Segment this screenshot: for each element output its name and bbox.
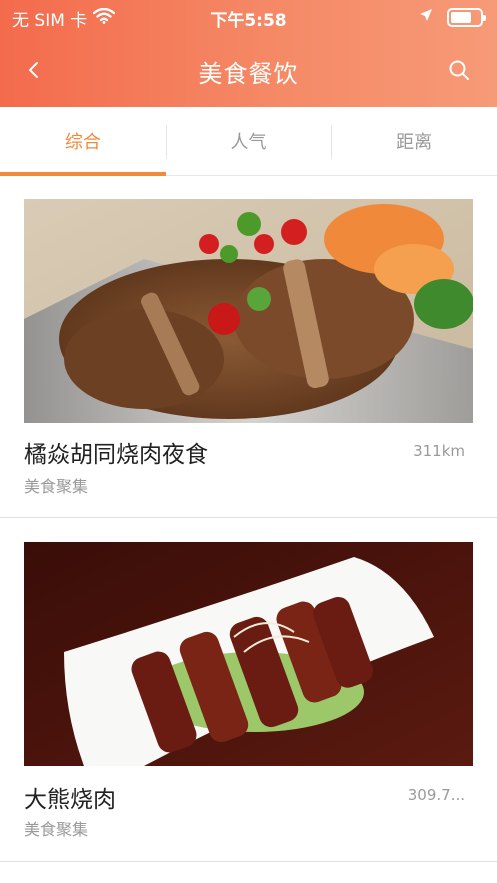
tab-popularity[interactable]: 人气 [165, 107, 332, 175]
restaurant-card[interactable]: 橘焱胡同烧肉夜食 311km 美食聚集 [0, 176, 497, 518]
location-arrow-icon [419, 7, 433, 27]
tab-label: 距离 [396, 132, 433, 153]
status-bar: 无 SIM 卡 下午5:58 [0, 0, 497, 34]
battery-level [451, 11, 471, 23]
nav-bar: 美食餐饮 [0, 34, 497, 107]
status-right [419, 7, 486, 27]
restaurant-distance: 309.7... [407, 786, 465, 804]
page-title: 美食餐饮 [198, 60, 299, 88]
filter-tabs: 综合 人气 距离 [0, 107, 497, 176]
search-button[interactable] [443, 54, 475, 86]
battery-icon [447, 7, 486, 27]
tab-comprehensive[interactable]: 综合 [0, 107, 166, 175]
search-icon [449, 60, 469, 80]
restaurant-category: 美食聚集 [24, 477, 89, 496]
app-header: 无 SIM 卡 下午5:58 美食餐饮 [0, 0, 497, 107]
tab-label: 综合 [64, 132, 101, 153]
restaurant-distance: 311km [413, 442, 465, 460]
restaurant-name: 橘焱胡同烧肉夜食 [24, 442, 208, 468]
restaurant-category: 美食聚集 [24, 820, 89, 839]
food-photo [24, 199, 473, 423]
tab-distance[interactable]: 距离 [331, 107, 497, 175]
food-photo [24, 542, 473, 766]
restaurant-name: 大熊烧肉 [24, 787, 116, 813]
restaurant-card[interactable]: 大熊烧肉 309.7... 美食聚集 [0, 518, 497, 862]
tab-label: 人气 [230, 132, 267, 153]
